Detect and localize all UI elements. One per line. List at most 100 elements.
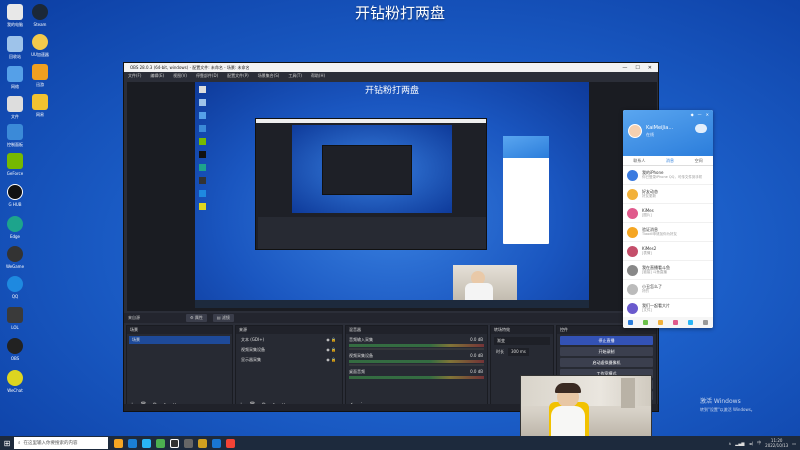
mixer-channel: 视频采集设备 0.0 dB bbox=[349, 353, 483, 358]
qq-header: KaiMeiJia... 在线 ◆ — ✕ bbox=[623, 110, 713, 156]
menu-view[interactable]: 视图(V) bbox=[173, 73, 187, 79]
taskbar-app-icon[interactable] bbox=[184, 438, 193, 448]
source-item[interactable]: 文本 (GDI+) ◉ 🔒 bbox=[238, 336, 340, 344]
recycle-bin-icon bbox=[7, 36, 23, 52]
edge-icon[interactable] bbox=[142, 438, 151, 448]
preview-nested-qq bbox=[503, 136, 549, 244]
scene-item[interactable]: 场景 bbox=[129, 336, 230, 344]
file-icon[interactable] bbox=[658, 320, 663, 325]
menu-docks[interactable]: 停靠部件(D) bbox=[196, 73, 218, 79]
notification-icon[interactable]: ▭ bbox=[792, 441, 796, 446]
filters-button[interactable]: ▤ 滤镜 bbox=[212, 314, 234, 322]
avatar bbox=[627, 188, 638, 200]
skin-icon[interactable]: ◆ bbox=[691, 112, 694, 117]
source-context-label: 来自源 bbox=[128, 315, 140, 320]
taskbar-app-icon[interactable] bbox=[128, 438, 137, 448]
maximize-icon[interactable]: ☐ bbox=[635, 65, 639, 71]
menu-edit[interactable]: 编辑(E) bbox=[150, 73, 164, 79]
list-item[interactable]: 验证消息 Tiaodl申请加你为好友 bbox=[623, 223, 713, 242]
list-item[interactable]: 我在直播看斗鱼 [链接] 斗鱼直播 bbox=[623, 261, 713, 280]
desktop-icon-netease[interactable]: 网易 bbox=[27, 94, 53, 130]
qq-panel: KaiMeiJia... 在线 ◆ — ✕ 联系人 消息 空间 我的iPhone… bbox=[623, 110, 713, 328]
tab-space[interactable]: 空间 bbox=[695, 158, 703, 164]
network-icon[interactable]: ▂▄▆ bbox=[735, 441, 744, 446]
start-virtual-camera-button[interactable]: 启动虚拟摄像机 bbox=[560, 358, 653, 367]
menu-file[interactable]: 文件(F) bbox=[128, 73, 141, 79]
minimize-icon[interactable]: — bbox=[698, 112, 702, 117]
obs-icon[interactable] bbox=[170, 438, 179, 448]
wegame-icon bbox=[7, 246, 23, 262]
qq-penguin-icon bbox=[7, 276, 23, 292]
source-item[interactable]: 视频采集设备 ◉ 🔒 bbox=[238, 346, 340, 354]
close-icon[interactable]: ✕ bbox=[706, 112, 709, 117]
preview-stream-title: 开钻粉打两盘 bbox=[364, 86, 419, 96]
stop-streaming-button[interactable]: 停止直播 bbox=[560, 336, 653, 345]
transition-type-select[interactable]: 渐变 bbox=[494, 337, 550, 345]
qq-penguin-icon[interactable] bbox=[212, 438, 221, 448]
taskbar-search[interactable]: ⌕ 在这里输入你要搜索的内容 bbox=[14, 437, 108, 449]
taskbar-app-icon[interactable] bbox=[156, 438, 165, 448]
apps-icon[interactable] bbox=[643, 320, 648, 325]
menu-profile[interactable]: 配置文件(P) bbox=[227, 73, 249, 79]
eye-icon[interactable]: ◉ 🔒 bbox=[326, 336, 336, 344]
tab-contacts[interactable]: 联系人 bbox=[633, 158, 645, 164]
cloud-icon[interactable] bbox=[688, 320, 693, 325]
transitions-dock-title: 转场特效 bbox=[491, 326, 553, 334]
menu-help[interactable]: 帮助(H) bbox=[311, 73, 325, 79]
obs-window-title: OBS 28.0.3 (64-bit, windows) - 配置文件: 未命名… bbox=[130, 64, 250, 70]
list-item[interactable]: KiMes2 [表情] bbox=[623, 242, 713, 261]
scenes-dock: 场景 场景 + 🗑 ⚙ ∧ ∨ bbox=[126, 325, 233, 411]
more-icon[interactable] bbox=[703, 320, 708, 325]
windows-start-icon[interactable]: ⊞ bbox=[0, 436, 14, 450]
obs-source-toolbar: 来自源 ⚙ 属性 ▤ 滤镜 bbox=[124, 313, 658, 323]
uu-accelerator-icon bbox=[32, 34, 48, 50]
steam-icon bbox=[32, 4, 48, 20]
volume-slider[interactable] bbox=[349, 364, 484, 366]
eye-icon[interactable]: ◉ 🔒 bbox=[326, 356, 336, 364]
obs-preview-canvas[interactable]: 开钻粉打两盘 bbox=[127, 82, 657, 311]
clock[interactable]: 11:20 2022/10/13 bbox=[765, 438, 788, 448]
list-item[interactable]: KiMes [图片] bbox=[623, 204, 713, 223]
obs-titlebar[interactable]: OBS 28.0.3 (64-bit, windows) - 配置文件: 未命名… bbox=[124, 63, 658, 72]
source-item[interactable]: 显示器采集 ◉ 🔒 bbox=[238, 356, 340, 364]
chevron-up-icon[interactable]: ∧ bbox=[728, 441, 731, 446]
menu-tools[interactable]: 工具(T) bbox=[288, 73, 302, 79]
volume-slider[interactable] bbox=[349, 348, 484, 350]
taskbar-app-icon[interactable] bbox=[114, 438, 123, 448]
list-item[interactable]: 小丑怎么了 好的 bbox=[623, 280, 713, 299]
preview-nested-webcam bbox=[453, 265, 517, 301]
avatar[interactable] bbox=[628, 124, 642, 138]
desktop-icon-obs[interactable]: OBS bbox=[2, 338, 28, 374]
desktop-icon-ghub[interactable]: G HUB bbox=[2, 184, 28, 220]
webcam-overlay bbox=[520, 375, 652, 437]
eye-icon[interactable]: ◉ 🔒 bbox=[326, 346, 336, 354]
desktop-icon-wechat[interactable]: WeChat bbox=[2, 370, 28, 406]
minimize-icon[interactable]: — bbox=[622, 65, 627, 71]
avatar bbox=[627, 302, 638, 314]
start-recording-button[interactable]: 开始录制 bbox=[560, 347, 653, 356]
file-icon bbox=[7, 96, 23, 112]
qq-status[interactable]: 在线 bbox=[646, 132, 654, 138]
tab-messages[interactable]: 消息 bbox=[666, 158, 674, 164]
volume-icon[interactable]: ◄) bbox=[749, 441, 754, 446]
ime-icon[interactable]: 中 bbox=[757, 440, 761, 446]
taskbar-app-icon[interactable] bbox=[198, 438, 207, 448]
list-item[interactable]: 好友动态 好友更新 bbox=[623, 185, 713, 204]
list-item[interactable]: 我们一起看大片 [文件] bbox=[623, 299, 713, 318]
desktop-stream-title: 开钻粉打两盘 bbox=[354, 4, 445, 22]
duration-input[interactable]: 300 ms bbox=[508, 348, 529, 356]
properties-button[interactable]: ⚙ 属性 bbox=[186, 314, 207, 322]
game-icon[interactable] bbox=[673, 320, 678, 325]
list-item[interactable]: 我的iPhone 你已登录iPhone QQ，可传文件到手机 bbox=[623, 166, 713, 185]
qq-tabs: 联系人 消息 空间 bbox=[623, 156, 713, 166]
streamer-hair bbox=[555, 383, 581, 393]
taskbar-app-icon[interactable] bbox=[226, 438, 235, 448]
taskbar: ⊞ ⌕ 在这里输入你要搜索的内容 ∧ ▂▄▆ ◄) 中 11:20 2022/1… bbox=[0, 436, 800, 450]
menu-icon[interactable] bbox=[628, 320, 633, 325]
menu-scene-collection[interactable]: 场景集合(S) bbox=[258, 73, 280, 79]
close-icon[interactable]: ✕ bbox=[648, 65, 652, 71]
system-tray: ∧ ▂▄▆ ◄) 中 11:20 2022/10/13 ▭ bbox=[728, 438, 800, 448]
taskbar-apps bbox=[114, 438, 235, 448]
avatar bbox=[627, 169, 638, 181]
wechat-icon bbox=[7, 370, 23, 386]
